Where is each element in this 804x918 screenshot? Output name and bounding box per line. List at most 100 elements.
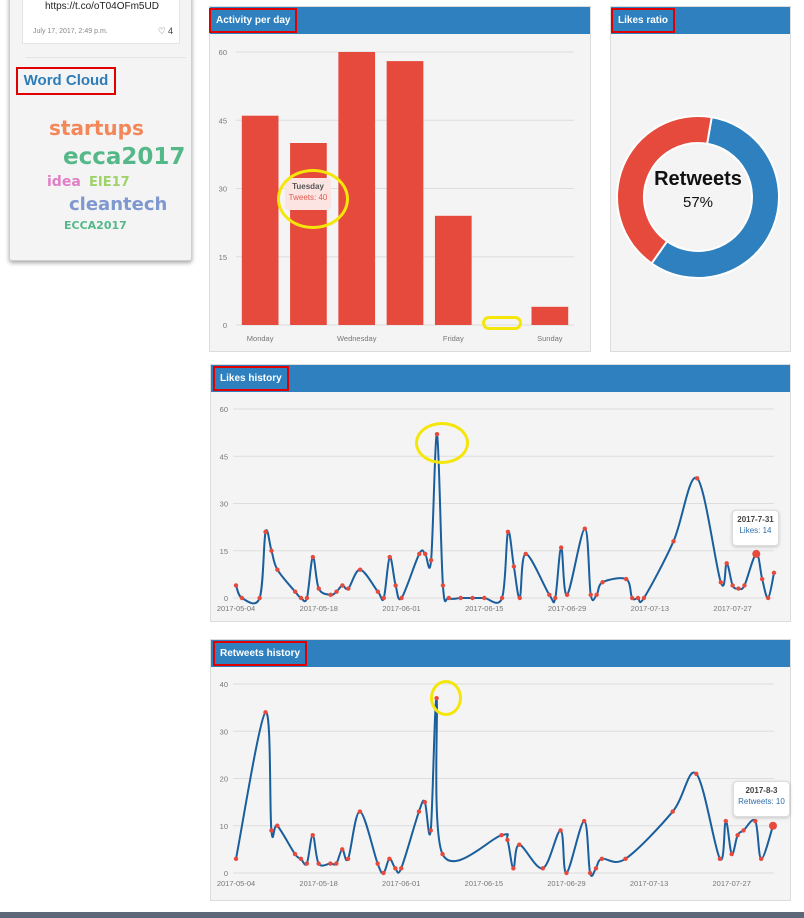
x-tick-label: 2017-06-29 xyxy=(548,604,586,613)
data-point xyxy=(694,476,700,481)
data-point xyxy=(345,856,351,862)
data-point xyxy=(769,821,777,830)
word-cloud-word: ECCA2017 xyxy=(64,219,127,232)
data-point xyxy=(292,589,298,594)
x-tick-label: 2017-07-13 xyxy=(631,604,669,613)
activity-panel: Activity per day 0 15 30 45 60 Monday Wednesda… xyxy=(209,6,591,352)
y-tick-label: 60 xyxy=(219,48,227,57)
data-point xyxy=(694,771,699,776)
data-point xyxy=(393,583,398,588)
y-tick-label: 0 xyxy=(224,594,228,603)
likes-history-line-chart: 0 15 30 45 60 2017-05-04 2017-05-18 2017-06-01 2… xyxy=(217,405,777,613)
data-point xyxy=(417,551,422,557)
data-point xyxy=(736,586,741,591)
tweet-link[interactable]: https://t.co/oT04OFm5UD xyxy=(45,1,159,12)
data-point xyxy=(729,851,734,857)
donut-center-value: 57% xyxy=(682,194,714,211)
data-point xyxy=(587,870,593,876)
tweet-item[interactable]: https://t.co/oT04OFm5UD July 17, 2017, 2… xyxy=(22,0,180,44)
data-point xyxy=(771,570,777,575)
data-point xyxy=(623,576,629,582)
y-tick-label: 45 xyxy=(219,116,227,125)
data-point xyxy=(310,554,316,560)
data-point xyxy=(641,595,647,601)
data-point xyxy=(399,866,404,871)
donut-center-label: Retweets xyxy=(654,168,742,190)
data-point xyxy=(759,576,765,582)
data-point xyxy=(340,583,345,588)
y-tick-label: 0 xyxy=(224,869,228,878)
data-point xyxy=(558,545,564,550)
data-point xyxy=(440,851,445,857)
divider xyxy=(26,57,186,58)
x-tick-label: 2017-05-18 xyxy=(299,879,337,888)
highlight-circle xyxy=(430,680,462,716)
data-point xyxy=(505,529,511,535)
data-point xyxy=(275,567,280,572)
bar-monday xyxy=(241,115,279,325)
retweets-history-panel: Retweets history 0 10 20 30 40 2017-05-04 2017… xyxy=(210,639,791,901)
data-point xyxy=(593,866,599,871)
data-point xyxy=(765,595,771,601)
data-point xyxy=(263,529,268,535)
data-point xyxy=(599,856,605,862)
data-point xyxy=(298,856,304,862)
data-point xyxy=(735,833,740,838)
word-cloud-word: startups xyxy=(49,116,144,140)
data-point xyxy=(723,818,728,824)
x-tick-label: 2017-06-15 xyxy=(465,879,503,888)
data-point xyxy=(263,710,268,715)
data-point xyxy=(482,595,487,601)
data-point xyxy=(670,809,675,814)
heart-icon[interactable]: ♡ xyxy=(158,26,166,36)
likes-ratio-panel: Likes ratio Retweets 57% xyxy=(610,6,791,352)
data-point xyxy=(600,580,605,585)
data-point xyxy=(316,586,321,591)
word-cloud-word: ecca2017 xyxy=(63,144,186,170)
word-cloud-word: idea xyxy=(47,174,81,190)
tooltip-value: Retweets: 10 xyxy=(738,797,785,806)
data-point xyxy=(422,551,428,557)
x-tick-label: Sunday xyxy=(537,334,563,343)
data-point xyxy=(298,595,304,601)
data-point xyxy=(422,799,428,805)
bar-sunday xyxy=(531,306,569,325)
y-tick-label: 20 xyxy=(220,775,228,784)
y-tick-label: 10 xyxy=(220,822,228,831)
data-point xyxy=(399,595,404,601)
data-point xyxy=(564,870,569,876)
x-tick-label: 2017-07-27 xyxy=(713,604,751,613)
data-point xyxy=(239,595,245,601)
data-point xyxy=(310,833,315,838)
data-point xyxy=(269,828,274,833)
bar-thursday xyxy=(386,61,424,325)
data-point xyxy=(671,539,676,544)
data-point xyxy=(718,580,723,585)
data-point xyxy=(724,561,729,566)
data-point xyxy=(588,592,593,598)
tooltip-value: Likes: 14 xyxy=(739,526,772,535)
data-point xyxy=(564,592,570,598)
data-point xyxy=(517,595,522,601)
highlight-circle xyxy=(415,422,469,464)
y-tick-label: 15 xyxy=(219,253,227,262)
highlight-circle xyxy=(277,169,349,229)
x-tick-label: 2017-05-18 xyxy=(300,604,338,613)
x-tick-label: 2017-07-13 xyxy=(630,879,668,888)
data-point xyxy=(742,583,747,588)
x-tick-label: 2017-05-04 xyxy=(217,879,255,888)
data-point xyxy=(499,833,504,838)
data-point xyxy=(499,595,505,601)
data-point xyxy=(470,595,475,601)
x-tick-label: 2017-06-15 xyxy=(465,604,503,613)
tweet-like-count[interactable]: ♡ 4 xyxy=(158,26,173,37)
data-point xyxy=(304,595,310,601)
word-cloud-word: cleantech xyxy=(69,194,168,215)
data-point xyxy=(730,583,735,588)
tooltip-title: 2017-8-3 xyxy=(745,786,778,795)
data-point xyxy=(558,828,563,833)
data-point xyxy=(346,586,351,591)
x-tick-label: Friday xyxy=(443,334,464,343)
data-point xyxy=(582,526,588,531)
series-line xyxy=(235,433,775,605)
